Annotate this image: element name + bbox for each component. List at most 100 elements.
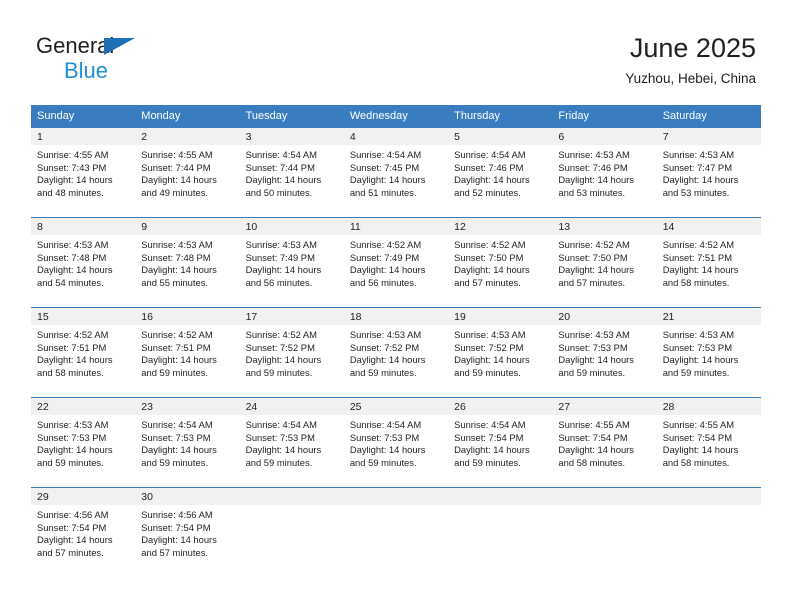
daylight-text-line1: Daylight: 14 hours (662, 174, 739, 186)
calendar-day-cell[interactable]: 1 Sunrise: 4:55 AM Sunset: 7:43 PM Daylight… (31, 127, 136, 218)
daylight-text-line2: and 53 minutes. (662, 186, 730, 198)
sunset-text: Sunset: 7:45 PM (349, 161, 420, 173)
calendar-day-cell[interactable]: 21 Sunrise: 4:53 AM Sunset: 7:53 PM Dayligh… (656, 307, 761, 398)
calendar-day-cell[interactable]: 27 Sunrise: 4:55 AM Sunset: 7:54 PM Dayligh… (552, 397, 657, 488)
sunrise-text: Sunrise: 4:52 AM (558, 239, 630, 250)
calendar-day-cell[interactable]: 14 Sunrise: 4:52 AM Sunset: 7:51 PM Dayligh… (656, 217, 761, 308)
calendar-day-cell[interactable]: 30 Sunrise: 4:56 AM Sunset: 7:54 PM Dayligh… (135, 487, 240, 578)
sunrise-text: Sunrise: 4:52 AM (662, 239, 735, 250)
sunrise-text: Sunrise: 4:52 AM (245, 329, 317, 340)
daylight-text-line2: and 53 minutes. (558, 186, 626, 198)
day-details: Sunrise: 4:55 AM Sunset: 7:44 PM Daylight:… (135, 145, 239, 199)
sunrise-text: Sunrise: 4:54 AM (245, 149, 317, 160)
daylight-text-line2: and 56 minutes. (349, 276, 417, 288)
logo-text-general: General (36, 33, 115, 58)
calendar-day-cell[interactable]: 12 Sunrise: 4:52 AM Sunset: 7:50 PM Dayligh… (448, 217, 553, 308)
sunrise-text: Sunrise: 4:54 AM (454, 419, 526, 430)
page-header: General Blue June 2025 Yuzhou, Hebei, Ch… (0, 0, 792, 100)
sunrise-text: Sunrise: 4:56 AM (141, 509, 213, 520)
day-number: 11 (343, 218, 449, 235)
daylight-text-line1: Daylight: 14 hours (558, 264, 634, 276)
calendar-day-cell[interactable]: 22 Sunrise: 4:53 AM Sunset: 7:53 PM Dayligh… (31, 397, 136, 488)
sunrise-text: Sunrise: 4:52 AM (37, 329, 109, 340)
daylight-text-line2: and 59 minutes. (349, 456, 417, 468)
day-details: Sunrise: 4:52 AM Sunset: 7:51 PM Daylight:… (657, 235, 761, 289)
calendar-day-cell[interactable]: 26 Sunrise: 4:54 AM Sunset: 7:54 PM Dayligh… (448, 397, 553, 488)
sunset-text: Sunset: 7:52 PM (349, 341, 420, 353)
day-number: 13 (552, 218, 657, 235)
calendar-day-cell[interactable]: 29 Sunrise: 4:56 AM Sunset: 7:54 PM Dayligh… (31, 487, 136, 578)
calendar-day-cell[interactable]: 4 Sunrise: 4:54 AM Sunset: 7:45 PM Daylight… (343, 127, 449, 218)
day-details: Sunrise: 4:52 AM Sunset: 7:51 PM Daylight:… (135, 325, 239, 379)
sunrise-text: Sunrise: 4:52 AM (141, 329, 213, 340)
daylight-text-line1: Daylight: 14 hours (245, 174, 322, 186)
generalblue-logo[interactable]: General Blue (36, 35, 236, 85)
calendar-day-cell[interactable]: 5 Sunrise: 4:54 AM Sunset: 7:46 PM Daylight… (448, 127, 553, 218)
dow-header-wednesday: Wednesday (343, 105, 449, 128)
calendar-empty-cell (448, 487, 553, 578)
calendar-day-cell[interactable]: 15 Sunrise: 4:52 AM Sunset: 7:51 PM Dayligh… (31, 307, 136, 398)
sunrise-text: Sunrise: 4:55 AM (37, 149, 109, 160)
calendar-day-cell[interactable]: 17 Sunrise: 4:52 AM Sunset: 7:52 PM Dayligh… (239, 307, 344, 398)
calendar-day-cell[interactable]: 9 Sunrise: 4:53 AM Sunset: 7:48 PM Daylight… (135, 217, 240, 308)
sunrise-text: Sunrise: 4:53 AM (662, 149, 735, 160)
dow-header-friday: Friday (552, 105, 657, 128)
calendar-day-cell[interactable]: 24 Sunrise: 4:54 AM Sunset: 7:53 PM Dayligh… (239, 397, 344, 488)
day-number: 10 (239, 218, 344, 235)
day-number (552, 488, 657, 505)
daylight-text-line1: Daylight: 14 hours (245, 444, 322, 456)
day-details: Sunrise: 4:54 AM Sunset: 7:46 PM Daylight:… (448, 145, 552, 199)
dow-header-thursday: Thursday (448, 105, 553, 128)
sunrise-text: Sunrise: 4:53 AM (245, 239, 317, 250)
sunset-text: Sunset: 7:54 PM (141, 521, 211, 533)
calendar-day-cell[interactable]: 10 Sunrise: 4:53 AM Sunset: 7:49 PM Dayligh… (239, 217, 344, 308)
calendar-day-cell[interactable]: 8 Sunrise: 4:53 AM Sunset: 7:48 PM Daylight… (31, 217, 136, 308)
daylight-text-line1: Daylight: 14 hours (37, 534, 113, 546)
calendar-empty-cell (552, 487, 657, 578)
daylight-text-line1: Daylight: 14 hours (141, 444, 217, 456)
day-details: Sunrise: 4:52 AM Sunset: 7:52 PM Daylight:… (240, 325, 344, 379)
sunset-text: Sunset: 7:44 PM (141, 161, 211, 173)
calendar-day-cell[interactable]: 23 Sunrise: 4:54 AM Sunset: 7:53 PM Dayligh… (135, 397, 240, 488)
calendar-day-cell[interactable]: 3 Sunrise: 4:54 AM Sunset: 7:44 PM Daylight… (239, 127, 344, 218)
sunset-text: Sunset: 7:43 PM (37, 161, 107, 173)
sunrise-text: Sunrise: 4:53 AM (37, 239, 109, 250)
calendar-empty-cell (239, 487, 344, 578)
sunset-text: Sunset: 7:49 PM (245, 251, 315, 263)
daylight-text-line2: and 58 minutes. (37, 366, 104, 378)
calendar-day-cell[interactable]: 28 Sunrise: 4:55 AM Sunset: 7:54 PM Dayligh… (656, 397, 761, 488)
daylight-text-line2: and 58 minutes. (558, 456, 626, 468)
calendar-day-cell[interactable]: 2 Sunrise: 4:55 AM Sunset: 7:44 PM Daylight… (135, 127, 240, 218)
sunrise-text: Sunrise: 4:55 AM (662, 419, 735, 430)
calendar-day-cell[interactable]: 18 Sunrise: 4:53 AM Sunset: 7:52 PM Dayligh… (343, 307, 449, 398)
sunset-text: Sunset: 7:46 PM (454, 161, 524, 173)
day-number: 20 (552, 308, 657, 325)
calendar-day-cell[interactable]: 20 Sunrise: 4:53 AM Sunset: 7:53 PM Dayligh… (552, 307, 657, 398)
calendar-grid: Sunday Monday Tuesday Wednesday Thursday… (31, 105, 761, 578)
sunset-text: Sunset: 7:54 PM (662, 431, 732, 443)
calendar-day-cell[interactable]: 19 Sunrise: 4:53 AM Sunset: 7:52 PM Dayligh… (448, 307, 553, 398)
day-details: Sunrise: 4:54 AM Sunset: 7:53 PM Daylight:… (135, 415, 239, 469)
daylight-text-line1: Daylight: 14 hours (349, 264, 426, 276)
sunset-text: Sunset: 7:48 PM (37, 251, 107, 263)
calendar-week-row: 22 Sunrise: 4:53 AM Sunset: 7:53 PM Dayligh… (31, 397, 761, 488)
day-details: Sunrise: 4:54 AM Sunset: 7:44 PM Daylight:… (240, 145, 344, 199)
calendar-day-cell[interactable]: 25 Sunrise: 4:54 AM Sunset: 7:53 PM Dayligh… (343, 397, 449, 488)
calendar-day-cell[interactable]: 7 Sunrise: 4:53 AM Sunset: 7:47 PM Daylight… (656, 127, 761, 218)
daylight-text-line2: and 59 minutes. (245, 456, 313, 468)
daylight-text-line2: and 59 minutes. (245, 366, 313, 378)
day-number: 14 (656, 218, 761, 235)
dow-header-tuesday: Tuesday (239, 105, 344, 128)
sunset-text: Sunset: 7:53 PM (245, 431, 315, 443)
day-number: 7 (656, 128, 761, 145)
day-details: Sunrise: 4:56 AM Sunset: 7:54 PM Daylight:… (31, 505, 135, 559)
sunset-text: Sunset: 7:51 PM (141, 341, 211, 353)
calendar-day-cell[interactable]: 11 Sunrise: 4:52 AM Sunset: 7:49 PM Dayligh… (343, 217, 449, 308)
day-number: 16 (135, 308, 240, 325)
calendar-day-cell[interactable]: 16 Sunrise: 4:52 AM Sunset: 7:51 PM Dayligh… (135, 307, 240, 398)
daylight-text-line1: Daylight: 14 hours (37, 264, 113, 276)
calendar-day-cell[interactable]: 13 Sunrise: 4:52 AM Sunset: 7:50 PM Dayligh… (552, 217, 657, 308)
daylight-text-line1: Daylight: 14 hours (662, 264, 739, 276)
day-details: Sunrise: 4:53 AM Sunset: 7:48 PM Daylight:… (135, 235, 239, 289)
calendar-day-cell[interactable]: 6 Sunrise: 4:53 AM Sunset: 7:46 PM Daylight… (552, 127, 657, 218)
